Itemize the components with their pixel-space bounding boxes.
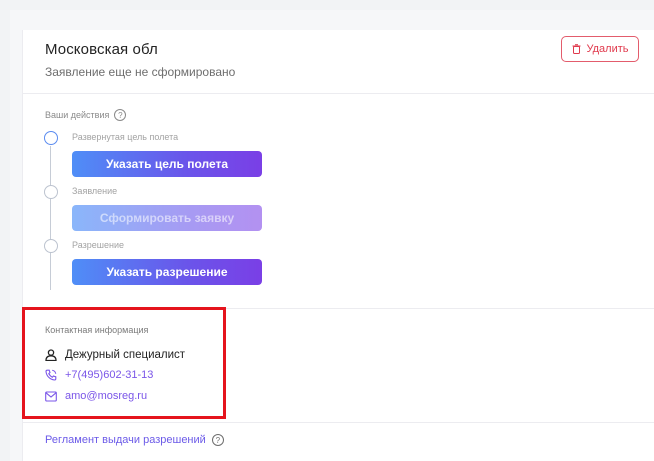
create-application-button[interactable]: Сформировать заявку <box>72 205 262 231</box>
set-permission-button[interactable]: Указать разрешение <box>72 259 262 285</box>
help-icon[interactable]: ? <box>114 109 127 121</box>
help-icon[interactable]: ? <box>211 434 224 446</box>
phone-icon <box>45 369 57 381</box>
contact-person: Дежурный специалист <box>45 349 185 361</box>
contact-highlight-box <box>22 307 226 419</box>
actions-label: Ваши действия <box>45 110 110 120</box>
actions-header: Ваши действия ? <box>45 109 127 121</box>
delete-button-label: Удалить <box>586 43 629 55</box>
contact-person-name: Дежурный специалист <box>65 349 186 361</box>
contact-divider <box>22 422 654 423</box>
step-label-application: Заявление <box>72 186 118 196</box>
step-marker-goal <box>44 131 58 145</box>
set-flight-goal-button[interactable]: Указать цель полета <box>72 151 262 177</box>
contact-email[interactable]: amo@mosreg.ru <box>45 390 147 402</box>
contact-email-link[interactable]: amo@mosreg.ru <box>65 390 147 402</box>
trash-icon <box>572 44 581 54</box>
step-marker-application <box>44 185 58 199</box>
user-icon <box>45 349 57 361</box>
region-title: Московская обл <box>45 41 158 58</box>
regulations-link[interactable]: Регламент выдачи разрешений ? <box>45 434 224 446</box>
header-divider <box>22 93 654 94</box>
contact-phone[interactable]: +7(495)602-31-13 <box>45 369 153 381</box>
step-label-permission: Разрешение <box>72 240 124 250</box>
application-status: Заявление еще не сформировано <box>45 65 236 79</box>
step-marker-permission <box>44 239 58 253</box>
step-label-goal: Развернутая цель полета <box>72 132 179 142</box>
contact-phone-link[interactable]: +7(495)602-31-13 <box>65 369 153 381</box>
mail-icon <box>45 390 57 402</box>
contact-label: Контактная информация <box>45 325 149 335</box>
regulations-link-label[interactable]: Регламент выдачи разрешений <box>45 434 206 446</box>
steps-timeline <box>50 146 51 290</box>
delete-button[interactable]: Удалить <box>561 36 639 62</box>
